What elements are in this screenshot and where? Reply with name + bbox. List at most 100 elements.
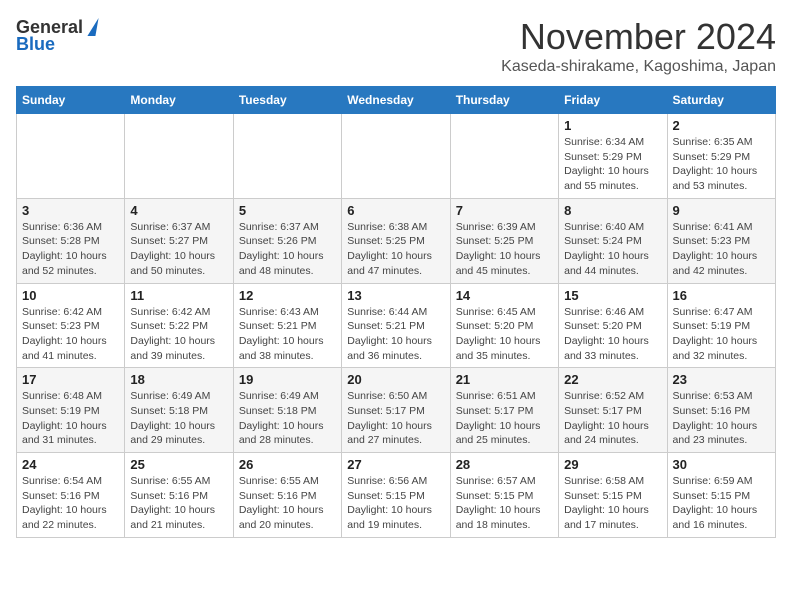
calendar-cell: 17Sunrise: 6:48 AMSunset: 5:19 PMDayligh…	[17, 368, 125, 453]
title-section: November 2024 Kaseda-shirakame, Kagoshim…	[501, 16, 776, 76]
day-info: Sunrise: 6:37 AMSunset: 5:26 PMDaylight:…	[239, 220, 336, 279]
calendar-cell: 23Sunrise: 6:53 AMSunset: 5:16 PMDayligh…	[667, 368, 775, 453]
day-info: Sunrise: 6:42 AMSunset: 5:23 PMDaylight:…	[22, 305, 119, 364]
day-info: Sunrise: 6:57 AMSunset: 5:15 PMDaylight:…	[456, 474, 553, 533]
calendar-cell: 26 Sunrise: 6:55 AMSunset: 5:16 PMDayligh…	[233, 453, 341, 538]
calendar-cell: 22Sunrise: 6:52 AMSunset: 5:17 PMDayligh…	[559, 368, 667, 453]
day-info: Sunrise: 6:34 AMSunset: 5:29 PMDaylight:…	[564, 135, 661, 194]
calendar-cell: 2 Sunrise: 6:35 AMSunset: 5:29 PMDaylight…	[667, 114, 775, 199]
calendar-cell: 1 Sunrise: 6:34 AMSunset: 5:29 PMDaylight…	[559, 114, 667, 199]
day-number: 5	[239, 203, 336, 218]
calendar-cell: 27Sunrise: 6:56 AMSunset: 5:15 PMDayligh…	[342, 453, 450, 538]
week-row-5: 24 Sunrise: 6:54 AMSunset: 5:16 PMDayligh…	[17, 453, 776, 538]
day-header-wednesday: Wednesday	[342, 87, 450, 114]
page-header: General Blue November 2024 Kaseda-shirak…	[16, 16, 776, 76]
week-row-3: 10 Sunrise: 6:42 AMSunset: 5:23 PMDayligh…	[17, 283, 776, 368]
day-info: Sunrise: 6:49 AMSunset: 5:18 PMDaylight:…	[239, 389, 336, 448]
day-info: Sunrise: 6:45 AMSunset: 5:20 PMDaylight:…	[456, 305, 553, 364]
day-info: Sunrise: 6:59 AMSunset: 5:15 PMDaylight:…	[673, 474, 770, 533]
day-number: 26	[239, 457, 336, 472]
day-info: Sunrise: 6:37 AMSunset: 5:27 PMDaylight:…	[130, 220, 227, 279]
month-title: November 2024	[501, 16, 776, 58]
calendar-cell	[125, 114, 233, 199]
day-number: 12	[239, 288, 336, 303]
logo-blue-text: Blue	[16, 34, 55, 55]
calendar-cell: 10 Sunrise: 6:42 AMSunset: 5:23 PMDayligh…	[17, 283, 125, 368]
calendar-table: SundayMondayTuesdayWednesdayThursdayFrid…	[16, 86, 776, 538]
calendar-cell: 15 Sunrise: 6:46 AMSunset: 5:20 PMDayligh…	[559, 283, 667, 368]
logo-triangle-icon	[87, 18, 98, 36]
calendar-cell	[342, 114, 450, 199]
day-info: Sunrise: 6:42 AMSunset: 5:22 PMDaylight:…	[130, 305, 227, 364]
day-info: Sunrise: 6:40 AMSunset: 5:24 PMDaylight:…	[564, 220, 661, 279]
calendar-cell	[17, 114, 125, 199]
day-info: Sunrise: 6:35 AMSunset: 5:29 PMDaylight:…	[673, 135, 770, 194]
day-header-sunday: Sunday	[17, 87, 125, 114]
calendar-cell: 8 Sunrise: 6:40 AMSunset: 5:24 PMDaylight…	[559, 198, 667, 283]
logo: General Blue	[16, 16, 107, 55]
day-number: 15	[564, 288, 661, 303]
day-number: 30	[673, 457, 770, 472]
calendar-cell: 4 Sunrise: 6:37 AMSunset: 5:27 PMDaylight…	[125, 198, 233, 283]
day-number: 3	[22, 203, 119, 218]
calendar-cell: 28Sunrise: 6:57 AMSunset: 5:15 PMDayligh…	[450, 453, 558, 538]
day-info: Sunrise: 6:36 AMSunset: 5:28 PMDaylight:…	[22, 220, 119, 279]
day-info: Sunrise: 6:43 AMSunset: 5:21 PMDaylight:…	[239, 305, 336, 364]
day-header-thursday: Thursday	[450, 87, 558, 114]
week-row-1: 1 Sunrise: 6:34 AMSunset: 5:29 PMDaylight…	[17, 114, 776, 199]
day-info: Sunrise: 6:41 AMSunset: 5:23 PMDaylight:…	[673, 220, 770, 279]
calendar-cell: 7Sunrise: 6:39 AMSunset: 5:25 PMDaylight…	[450, 198, 558, 283]
calendar-cell: 29 Sunrise: 6:58 AMSunset: 5:15 PMDayligh…	[559, 453, 667, 538]
day-number: 8	[564, 203, 661, 218]
day-info: Sunrise: 6:51 AMSunset: 5:17 PMDaylight:…	[456, 389, 553, 448]
day-number: 9	[673, 203, 770, 218]
calendar-cell: 19 Sunrise: 6:49 AMSunset: 5:18 PMDayligh…	[233, 368, 341, 453]
day-number: 2	[673, 118, 770, 133]
calendar-cell: 13 Sunrise: 6:44 AMSunset: 5:21 PMDayligh…	[342, 283, 450, 368]
day-number: 6	[347, 203, 444, 218]
day-number: 1	[564, 118, 661, 133]
day-info: Sunrise: 6:44 AMSunset: 5:21 PMDaylight:…	[347, 305, 444, 364]
day-number: 19	[239, 372, 336, 387]
calendar-cell: 5 Sunrise: 6:37 AMSunset: 5:26 PMDaylight…	[233, 198, 341, 283]
day-info: Sunrise: 6:58 AMSunset: 5:15 PMDaylight:…	[564, 474, 661, 533]
calendar-cell: 25 Sunrise: 6:55 AMSunset: 5:16 PMDayligh…	[125, 453, 233, 538]
calendar-cell: 30 Sunrise: 6:59 AMSunset: 5:15 PMDayligh…	[667, 453, 775, 538]
day-info: Sunrise: 6:46 AMSunset: 5:20 PMDaylight:…	[564, 305, 661, 364]
calendar-cell: 20 Sunrise: 6:50 AMSunset: 5:17 PMDayligh…	[342, 368, 450, 453]
day-number: 17	[22, 372, 119, 387]
day-header-friday: Friday	[559, 87, 667, 114]
calendar-cell: 21 Sunrise: 6:51 AMSunset: 5:17 PMDayligh…	[450, 368, 558, 453]
calendar-cell: 6Sunrise: 6:38 AMSunset: 5:25 PMDaylight…	[342, 198, 450, 283]
day-number: 18	[130, 372, 227, 387]
day-info: Sunrise: 6:55 AMSunset: 5:16 PMDaylight:…	[130, 474, 227, 533]
day-number: 29	[564, 457, 661, 472]
location-subtitle: Kaseda-shirakame, Kagoshima, Japan	[501, 58, 776, 76]
day-number: 24	[22, 457, 119, 472]
day-number: 25	[130, 457, 227, 472]
calendar-cell	[233, 114, 341, 199]
calendar-cell: 9 Sunrise: 6:41 AMSunset: 5:23 PMDaylight…	[667, 198, 775, 283]
day-info: Sunrise: 6:54 AMSunset: 5:16 PMDaylight:…	[22, 474, 119, 533]
calendar-body: 1 Sunrise: 6:34 AMSunset: 5:29 PMDaylight…	[17, 114, 776, 538]
header-row: SundayMondayTuesdayWednesdayThursdayFrid…	[17, 87, 776, 114]
day-info: Sunrise: 6:49 AMSunset: 5:18 PMDaylight:…	[130, 389, 227, 448]
day-number: 21	[456, 372, 553, 387]
calendar-cell: 3 Sunrise: 6:36 AMSunset: 5:28 PMDaylight…	[17, 198, 125, 283]
calendar-cell: 18 Sunrise: 6:49 AMSunset: 5:18 PMDayligh…	[125, 368, 233, 453]
day-number: 11	[130, 288, 227, 303]
week-row-4: 17Sunrise: 6:48 AMSunset: 5:19 PMDayligh…	[17, 368, 776, 453]
day-info: Sunrise: 6:55 AMSunset: 5:16 PMDaylight:…	[239, 474, 336, 533]
calendar-cell: 11 Sunrise: 6:42 AMSunset: 5:22 PMDayligh…	[125, 283, 233, 368]
day-info: Sunrise: 6:50 AMSunset: 5:17 PMDaylight:…	[347, 389, 444, 448]
day-number: 10	[22, 288, 119, 303]
week-row-2: 3 Sunrise: 6:36 AMSunset: 5:28 PMDaylight…	[17, 198, 776, 283]
day-number: 4	[130, 203, 227, 218]
day-number: 27	[347, 457, 444, 472]
calendar-cell	[450, 114, 558, 199]
day-number: 20	[347, 372, 444, 387]
calendar-cell: 12 Sunrise: 6:43 AMSunset: 5:21 PMDayligh…	[233, 283, 341, 368]
calendar-cell: 24 Sunrise: 6:54 AMSunset: 5:16 PMDayligh…	[17, 453, 125, 538]
calendar-header: SundayMondayTuesdayWednesdayThursdayFrid…	[17, 87, 776, 114]
day-number: 13	[347, 288, 444, 303]
